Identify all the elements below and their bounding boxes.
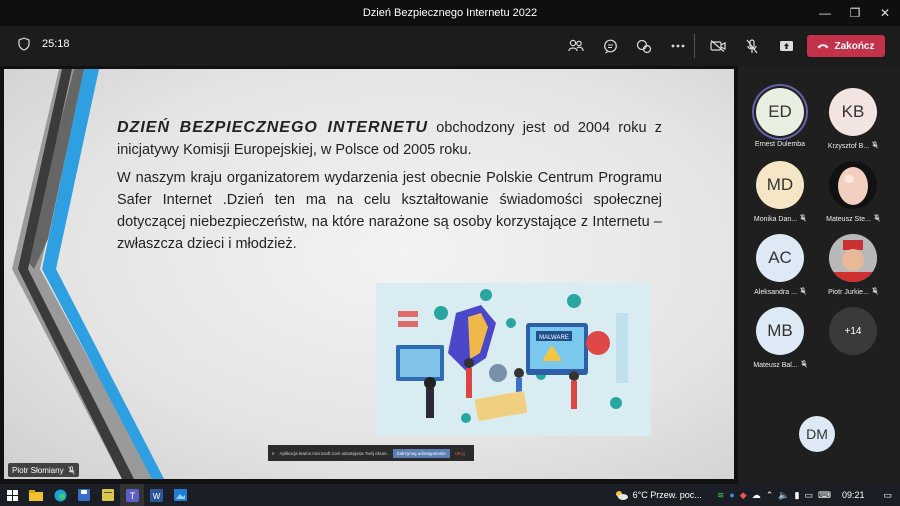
slide-body-text: DZIEŃ BEZPIECZNEGO INTERNETU obchodzony … (117, 117, 662, 261)
mic-off-icon (872, 287, 878, 297)
avatar: MD (756, 161, 804, 209)
end-call-button[interactable]: Zakończ (807, 35, 885, 57)
weather-text[interactable]: 6°C Przew. poc... (633, 490, 702, 500)
more-participants-button[interactable]: +14 (817, 307, 889, 355)
toolbar-divider (694, 34, 695, 58)
mic-off-icon (800, 360, 807, 370)
avatar: MB (756, 307, 804, 355)
cybersecurity-illustration: MALWARE (376, 283, 651, 436)
camera-off-icon[interactable] (701, 26, 735, 66)
hide-banner-button[interactable]: Ukryj (455, 451, 465, 456)
malware-label: MALWARE (539, 335, 569, 341)
avatar: KB (829, 88, 877, 136)
keyboard-icon[interactable]: ⌨ (818, 490, 831, 501)
participants-gallery: ED Ernest Dulemba KB Krzysztof B... MD M… (738, 66, 900, 484)
wifi-icon[interactable]: ≋ (717, 490, 725, 501)
end-call-label: Zakończ (834, 40, 875, 52)
mic-off-icon (800, 287, 806, 297)
mic-off-icon (67, 465, 75, 475)
maximize-icon[interactable]: ❐ (840, 0, 870, 26)
avatar (829, 161, 877, 209)
meeting-toolbar: 25:18 Zakończ (0, 26, 900, 66)
reactions-icon[interactable] (627, 26, 661, 66)
participant-name: Ernest Dulemba (754, 141, 806, 148)
avatar (829, 234, 877, 282)
chat-icon[interactable] (593, 26, 627, 66)
share-banner-text: Aplikacja teams.microsoft.com udostępnia… (279, 450, 388, 456)
slide-paragraph-1: DZIEŃ BEZPIECZNEGO INTERNETU obchodzony … (117, 117, 662, 161)
windows-start-icon[interactable] (0, 484, 24, 506)
more-options-icon[interactable] (661, 26, 695, 66)
chevron-up-icon[interactable]: ⌃ (766, 490, 774, 501)
file-explorer-icon[interactable] (24, 484, 48, 506)
photos-icon[interactable] (168, 484, 192, 506)
speaker-icon[interactable]: 🔈 (778, 490, 789, 501)
participant-tile[interactable]: Mateusz Ste... (817, 161, 889, 224)
presenter-label: Piotr Słomiany (8, 463, 79, 477)
notifications-icon[interactable]: ▭ (883, 490, 892, 501)
avatar: DM (799, 416, 835, 452)
mic-off-icon (800, 214, 806, 224)
participant-tile[interactable]: KB Krzysztof B... (817, 88, 889, 151)
svg-text:W: W (152, 492, 160, 501)
window-title: Dzień Bezpiecznego Internetu 2022 (362, 7, 538, 19)
participant-name: Mateusz Ste... (826, 215, 871, 223)
participant-tile[interactable]: MB Mateusz Bal... (744, 307, 816, 370)
share-screen-icon[interactable] (769, 26, 803, 66)
participants-icon[interactable] (559, 26, 593, 66)
participant-tile[interactable]: AC Aleksandra ... (744, 234, 816, 297)
slide-paragraph-2: W naszym kraju organizatorem wydarzenia … (117, 170, 662, 252)
notes-app-icon[interactable] (96, 484, 120, 506)
minimize-icon[interactable]: — (810, 0, 840, 26)
avatar: AC (756, 234, 804, 282)
window-titlebar: Dzień Bezpiecznego Internetu 2022 — ❐ ✕ (0, 0, 900, 26)
stop-sharing-button[interactable]: Zatrzymaj udostępnianie (392, 448, 450, 458)
pause-icon: II (272, 450, 275, 456)
participant-name: Piotr Jurkie... (828, 288, 869, 296)
participant-tile[interactable]: MD Monika Dan... (744, 161, 816, 224)
presenter-name: Piotr Słomiany (12, 465, 64, 475)
avatar: ED (756, 88, 804, 136)
participant-tile[interactable]: Piotr Jurkie... (817, 234, 889, 297)
mic-off-icon[interactable] (735, 26, 769, 66)
svg-text:T: T (129, 491, 135, 501)
participant-name: Monika Dan... (753, 215, 798, 223)
mic-off-icon (872, 141, 878, 151)
window-controls: — ❐ ✕ (810, 0, 900, 26)
clock-time[interactable]: 09:21 (842, 490, 865, 500)
color-app-icon[interactable]: ◆ (740, 490, 747, 501)
onedrive-icon[interactable]: ☁ (752, 490, 761, 501)
messenger-icon[interactable]: ● (729, 490, 734, 500)
system-tray: 6°C Przew. poc... ≋ ● ◆ ☁ ⌃ 🔈 ▮ ▭ ⌨ 09:2… (614, 484, 900, 506)
phone-hangup-icon (817, 44, 829, 49)
save-app-icon[interactable] (72, 484, 96, 506)
participant-name: Aleksandra ... (754, 288, 797, 296)
self-view-tile[interactable]: DM (781, 416, 853, 452)
participant-name: Mateusz Bal... (753, 361, 798, 369)
slide-heading: DZIEŃ BEZPIECZNEGO INTERNETU (117, 119, 429, 136)
word-icon[interactable]: W (144, 484, 168, 506)
teams-icon[interactable]: T (120, 484, 144, 506)
windows-taskbar: T W 6°C Przew. poc... ≋ ● ◆ ☁ ⌃ 🔈 ▮ ▭ ⌨ … (0, 484, 900, 506)
participant-name: Krzysztof B... (827, 142, 870, 150)
meeting-timer: 25:18 (42, 38, 70, 50)
mic-off-icon (874, 214, 880, 224)
shared-screen-stage: DZIEŃ BEZPIECZNEGO INTERNETU obchodzony … (0, 66, 738, 484)
edge-icon[interactable] (48, 484, 72, 506)
presentation-slide: DZIEŃ BEZPIECZNEGO INTERNETU obchodzony … (4, 69, 734, 479)
shield-icon (18, 37, 30, 51)
mic-tray-icon[interactable]: ▮ (794, 490, 799, 501)
participant-tile[interactable]: ED Ernest Dulemba (744, 88, 816, 148)
avatar: +14 (829, 307, 877, 355)
battery-icon[interactable]: ▭ (804, 490, 813, 501)
weather-icon (615, 491, 628, 500)
screen-share-banner: II Aplikacja teams.microsoft.com udostęp… (268, 445, 474, 461)
close-icon[interactable]: ✕ (870, 0, 900, 26)
